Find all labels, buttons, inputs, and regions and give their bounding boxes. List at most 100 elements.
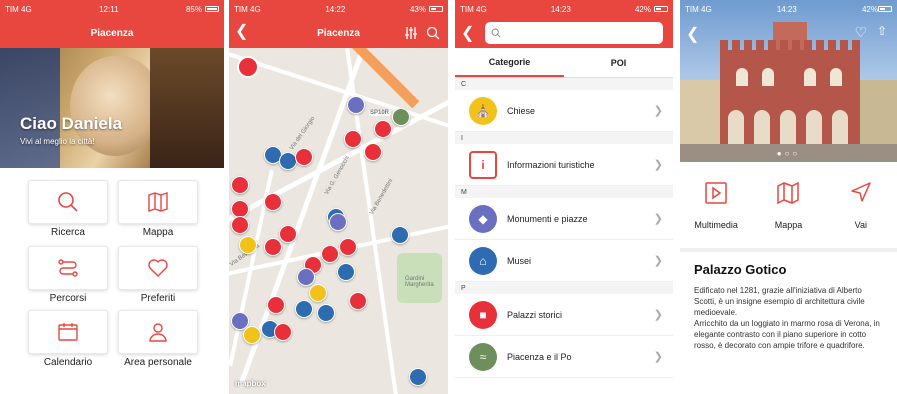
navigate-icon <box>851 182 871 202</box>
page-title: Piacenza <box>90 27 134 39</box>
clock: 14:22 <box>325 4 346 14</box>
status-bar: TIM 4G 14:23 42% <box>680 0 897 18</box>
chevron-right-icon: ❯ <box>653 105 663 117</box>
routes-tile[interactable] <box>28 246 108 290</box>
map-pin[interactable] <box>339 238 357 256</box>
park-label: Gardini Margherita <box>405 276 434 288</box>
carrier: TIM 4G <box>685 4 712 14</box>
search-tile[interactable] <box>28 180 108 224</box>
map-pin[interactable] <box>297 268 315 286</box>
map-pin[interactable] <box>231 216 249 234</box>
calendar-icon <box>58 323 78 341</box>
map-view[interactable]: Via del Giorgio Via Beverora Gardini Mar… <box>229 48 448 394</box>
navigate-button[interactable]: Vai <box>825 162 897 248</box>
poi-detail-screen: TIM 4G 14:23 42% ❮ ♡ ⇧ ●○○ Multimedia Ma… <box>680 0 897 394</box>
map-pin[interactable] <box>321 245 339 263</box>
map-pin[interactable] <box>392 108 410 126</box>
back-arrow-icon[interactable]: ❮ <box>461 23 485 43</box>
map-pin[interactable] <box>267 296 285 314</box>
carrier: TIM 4G <box>460 4 487 14</box>
battery-icon <box>205 6 219 12</box>
list-item-label: Informazioni turistiche <box>507 159 595 170</box>
list-item[interactable]: ◆ Monumenti e piazze ❯ <box>455 198 673 240</box>
tab-bar: Categorie POI <box>455 48 673 78</box>
battery-icon <box>429 6 443 12</box>
map-pin[interactable] <box>279 225 297 243</box>
map-pin[interactable] <box>231 176 249 194</box>
search-input[interactable] <box>485 22 663 44</box>
action-bar: Multimedia Mappa Vai <box>680 162 897 252</box>
road-number-label: SP10R <box>369 110 391 116</box>
personal-area-tile[interactable] <box>118 310 198 354</box>
map-pin[interactable] <box>374 120 392 138</box>
chevron-right-icon: ❯ <box>653 309 663 321</box>
map-pin[interactable] <box>344 130 362 148</box>
location-marker-icon[interactable] <box>237 56 259 78</box>
map-icon <box>777 181 800 205</box>
carrier: TIM 4G <box>234 4 261 14</box>
multimedia-button[interactable]: Multimedia <box>680 162 752 248</box>
user-icon <box>149 323 167 342</box>
app-header: ❮ Piacenza <box>229 18 448 48</box>
church-icon: ⛪ <box>469 96 497 125</box>
map-pin[interactable] <box>243 326 261 344</box>
map-button[interactable]: Mappa <box>752 162 824 248</box>
filter-icon[interactable] <box>404 26 418 40</box>
tab-poi[interactable]: POI <box>564 48 673 77</box>
calendar-tile[interactable] <box>28 310 108 354</box>
list-item[interactable]: ■ Palazzi storici ❯ <box>455 294 673 336</box>
list-item[interactable]: ≈ Piacenza e il Po ❯ <box>455 336 673 378</box>
map-icon <box>148 192 168 212</box>
section-header: P <box>455 282 673 294</box>
map-pin[interactable] <box>274 323 292 341</box>
map-pin[interactable] <box>309 284 327 302</box>
monument-icon: ◆ <box>469 204 497 233</box>
list-item[interactable]: ⛪ Chiese ❯ <box>455 90 673 132</box>
poi-description: Palazzo Gotico Edificato nel 1281, grazi… <box>680 252 897 361</box>
home-screen: TIM 4G 12:11 85% Piacenza Ciao Daniela V… <box>0 0 224 394</box>
map-pin[interactable] <box>295 300 313 318</box>
heart-icon <box>148 259 168 277</box>
map-pin[interactable] <box>409 368 427 386</box>
play-icon <box>705 182 727 204</box>
map-pin[interactable] <box>317 304 335 322</box>
poi-paragraph: Arricchito da un loggiato in marmo rosa … <box>694 319 880 350</box>
back-arrow-icon[interactable]: ❮ <box>686 24 699 44</box>
route-icon <box>58 259 78 277</box>
poi-paragraph: Edificato nel 1281, grazie all'iniziativ… <box>694 286 865 317</box>
section-header: M <box>455 186 673 198</box>
tab-categorie[interactable]: Categorie <box>455 48 564 77</box>
greeting-subtitle: Vivi al meglio la città! <box>20 137 95 146</box>
heart-icon[interactable]: ♡ <box>854 24 867 41</box>
map-pin[interactable] <box>264 193 282 211</box>
map-pin[interactable] <box>329 213 347 231</box>
chevron-right-icon: ❯ <box>653 213 663 225</box>
info-icon: i <box>469 150 497 179</box>
map-pin[interactable] <box>347 96 365 114</box>
map-pin[interactable] <box>337 263 355 281</box>
map-pin[interactable] <box>264 238 282 256</box>
list-item-label: Piacenza e il Po <box>507 351 572 362</box>
map-pin[interactable] <box>391 226 409 244</box>
carousel-dots: ●○○ <box>776 149 801 158</box>
back-arrow-icon[interactable]: ❮ <box>235 24 248 40</box>
map-pin[interactable] <box>364 143 382 161</box>
categories-screen: TIM 4G 14:23 42% ❮ Categorie POI C ⛪ Chi… <box>455 0 673 394</box>
map-pin[interactable] <box>239 236 257 254</box>
search-icon[interactable] <box>426 26 440 40</box>
chevron-right-icon: ❯ <box>653 351 663 363</box>
calendar-label: Calendario <box>43 357 93 368</box>
search-bar: ❮ <box>455 18 673 48</box>
map-tile[interactable] <box>118 180 198 224</box>
map-pin[interactable] <box>295 148 313 166</box>
favorites-tile[interactable] <box>118 246 198 290</box>
map-screen: TIM 4G 14:22 43% ❮ Piacenza Via del Gior… <box>229 0 448 394</box>
map-pin[interactable] <box>349 292 367 310</box>
battery-level: 42% <box>634 4 651 14</box>
search-icon <box>491 28 501 38</box>
share-icon[interactable]: ⇧ <box>877 24 887 38</box>
list-item[interactable]: ⌂ Musei ❯ <box>455 240 673 282</box>
chevron-right-icon: ❯ <box>653 159 663 171</box>
section-header: C <box>455 78 673 90</box>
list-item[interactable]: i Informazioni turistiche ❯ <box>455 144 673 186</box>
